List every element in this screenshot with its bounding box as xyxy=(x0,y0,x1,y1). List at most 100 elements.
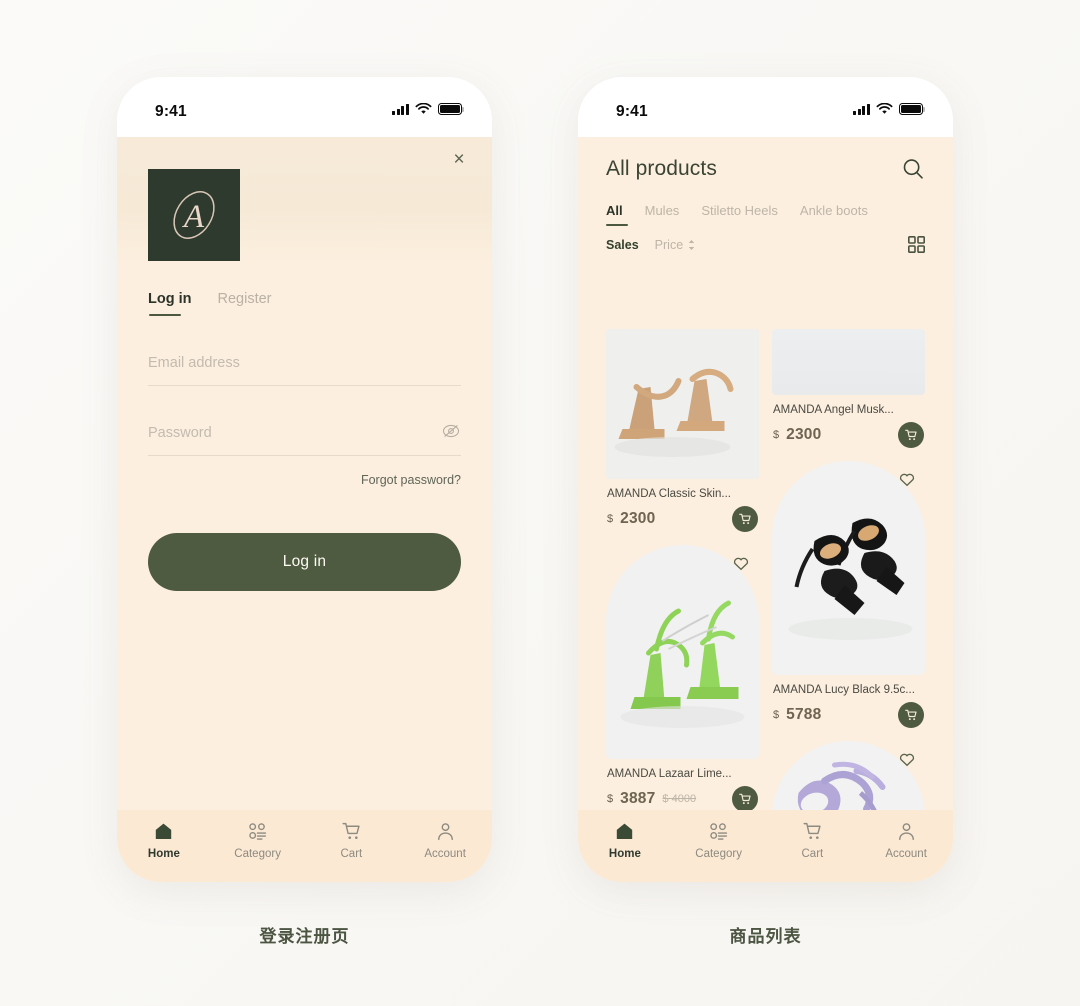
cart-icon xyxy=(739,513,751,525)
svg-text:A: A xyxy=(182,199,205,235)
product-grid: AMANDA Classic Skin... $ 2300 AMANDA Laz… xyxy=(578,329,953,882)
wifi-icon xyxy=(876,103,893,114)
currency-symbol: $ xyxy=(607,793,614,805)
tab-category-label: Category xyxy=(695,848,742,860)
product-name: AMANDA Angel Musk... xyxy=(773,404,894,416)
add-to-cart-button[interactable] xyxy=(732,786,758,812)
tab-home-label: Home xyxy=(147,848,180,860)
tab-home[interactable]: Home xyxy=(578,821,672,860)
auth-tabs: Log in Register xyxy=(148,264,461,317)
category-tab-stiletto-heels[interactable]: Stiletto Heels xyxy=(701,203,778,226)
product-old-price: $ 4000 xyxy=(662,793,697,805)
currency-symbol: $ xyxy=(773,429,780,441)
signal-icon xyxy=(392,103,409,115)
status-bar: 9:41 xyxy=(578,77,953,137)
sort-price[interactable]: Price xyxy=(655,238,696,252)
tab-account-label: Account xyxy=(885,848,927,860)
eye-off-icon[interactable] xyxy=(441,421,461,441)
product-card[interactable]: AMANDA Lazaar Lime... $ 3887 $ 4000 xyxy=(606,545,759,812)
product-price-row: $ 5788 xyxy=(773,702,924,728)
product-column-right: AMANDA Angel Musk... $ 2300 AMANDA Lucy … xyxy=(772,329,925,882)
tab-cart-label: Cart xyxy=(340,848,363,860)
sort-sales[interactable]: Sales xyxy=(606,238,639,252)
design-canvas: 9:41 × A Log in Register Email address F… xyxy=(0,0,1080,1006)
product-list-screen: All products All Mules Stiletto Heels An… xyxy=(578,137,953,882)
tab-cart-label: Cart xyxy=(801,848,824,860)
product-meta: AMANDA Lazaar Lime... $ 3887 $ 4000 xyxy=(606,759,759,812)
product-card[interactable]: AMANDA Classic Skin... $ 2300 xyxy=(606,329,759,532)
product-name: AMANDA Lazaar Lime... xyxy=(607,768,732,780)
category-tab-mules[interactable]: Mules xyxy=(645,203,680,226)
forgot-password-link[interactable]: Forgot password? xyxy=(148,473,461,487)
tab-account[interactable]: Account xyxy=(859,821,953,860)
status-bar: 9:41 xyxy=(117,77,492,137)
category-tab-all[interactable]: All xyxy=(606,203,628,226)
account-icon xyxy=(898,823,914,841)
cart-icon xyxy=(739,793,751,805)
email-field[interactable] xyxy=(148,355,461,385)
product-price: 5788 xyxy=(786,706,822,723)
tab-register[interactable]: Register xyxy=(218,291,272,316)
product-card[interactable]: AMANDA Lucy Black 9.5c... $ 5788 xyxy=(772,461,925,728)
logo-monogram-icon: A xyxy=(173,191,215,239)
add-to-cart-button[interactable] xyxy=(898,702,924,728)
account-icon xyxy=(437,823,453,841)
favorite-icon[interactable] xyxy=(898,470,916,488)
tab-account-label: Account xyxy=(424,848,466,860)
tab-category[interactable]: Category xyxy=(211,821,305,860)
tab-category[interactable]: Category xyxy=(672,821,766,860)
cart-icon xyxy=(905,429,917,441)
grid-view-icon[interactable] xyxy=(908,236,925,253)
product-meta: AMANDA Classic Skin... $ 2300 xyxy=(606,479,759,532)
product-price: 3887 xyxy=(620,790,656,807)
home-icon xyxy=(156,823,172,840)
category-icon xyxy=(710,823,728,840)
product-price-row: $ 2300 xyxy=(773,422,924,448)
phone-mockup-login: 9:41 × A Log in Register Email address F… xyxy=(117,77,492,882)
battery-icon xyxy=(438,103,465,115)
tab-cart[interactable]: Cart xyxy=(305,821,399,860)
product-price-row: $ 3887 $ 4000 xyxy=(607,786,758,812)
search-icon[interactable] xyxy=(901,157,925,181)
product-image-nude-strappy-heel-sandals xyxy=(606,329,759,479)
cart-icon xyxy=(803,822,821,839)
favorite-icon[interactable] xyxy=(732,554,750,572)
log-in-button[interactable]: Log in xyxy=(148,533,461,591)
currency-symbol: $ xyxy=(773,709,780,721)
cart-icon xyxy=(342,822,360,839)
password-underline xyxy=(148,455,461,456)
login-form: Log in Register Forgot passwo xyxy=(117,264,492,591)
product-column-left: AMANDA Classic Skin... $ 2300 AMANDA Laz… xyxy=(606,329,759,882)
product-price: 2300 xyxy=(620,510,656,527)
status-bar-time: 9:41 xyxy=(155,103,187,120)
add-to-cart-button[interactable] xyxy=(898,422,924,448)
wifi-icon xyxy=(415,103,432,114)
category-filter-tabs: All Mules Stiletto Heels Ankle boots xyxy=(606,203,925,226)
status-bar-icons xyxy=(392,103,465,115)
battery-icon xyxy=(899,103,926,115)
tab-account[interactable]: Account xyxy=(398,821,492,860)
password-field[interactable] xyxy=(148,425,461,455)
close-icon[interactable]: × xyxy=(448,149,470,171)
product-image-black-leather-heel-mules xyxy=(772,461,925,675)
bottom-tab-bar: Home Category Cart Account xyxy=(578,810,953,882)
product-meta: AMANDA Lucy Black 9.5c... $ 5788 xyxy=(772,675,925,728)
add-to-cart-button[interactable] xyxy=(732,506,758,532)
password-field-group xyxy=(148,424,461,456)
tab-cart[interactable]: Cart xyxy=(766,821,860,860)
tab-home[interactable]: Home xyxy=(117,821,211,860)
product-card[interactable]: AMANDA Angel Musk... $ 2300 xyxy=(772,329,925,448)
tab-category-label: Category xyxy=(234,848,281,860)
email-field-group xyxy=(148,354,461,386)
category-tab-ankle-boots[interactable]: Ankle boots xyxy=(800,203,868,226)
favorite-icon[interactable] xyxy=(898,750,916,768)
tab-log-in[interactable]: Log in xyxy=(148,291,192,317)
signal-icon xyxy=(853,103,870,115)
product-name: AMANDA Lucy Black 9.5c... xyxy=(773,684,915,696)
brand-logo: A xyxy=(148,169,240,261)
sort-row: Sales Price xyxy=(606,236,925,253)
page-title: All products xyxy=(606,157,717,180)
login-screen: × A Log in Register Email address Forgot… xyxy=(117,137,492,882)
caption-product-list: 商品列表 xyxy=(729,927,802,947)
product-meta: AMANDA Angel Musk... $ 2300 xyxy=(772,395,925,448)
